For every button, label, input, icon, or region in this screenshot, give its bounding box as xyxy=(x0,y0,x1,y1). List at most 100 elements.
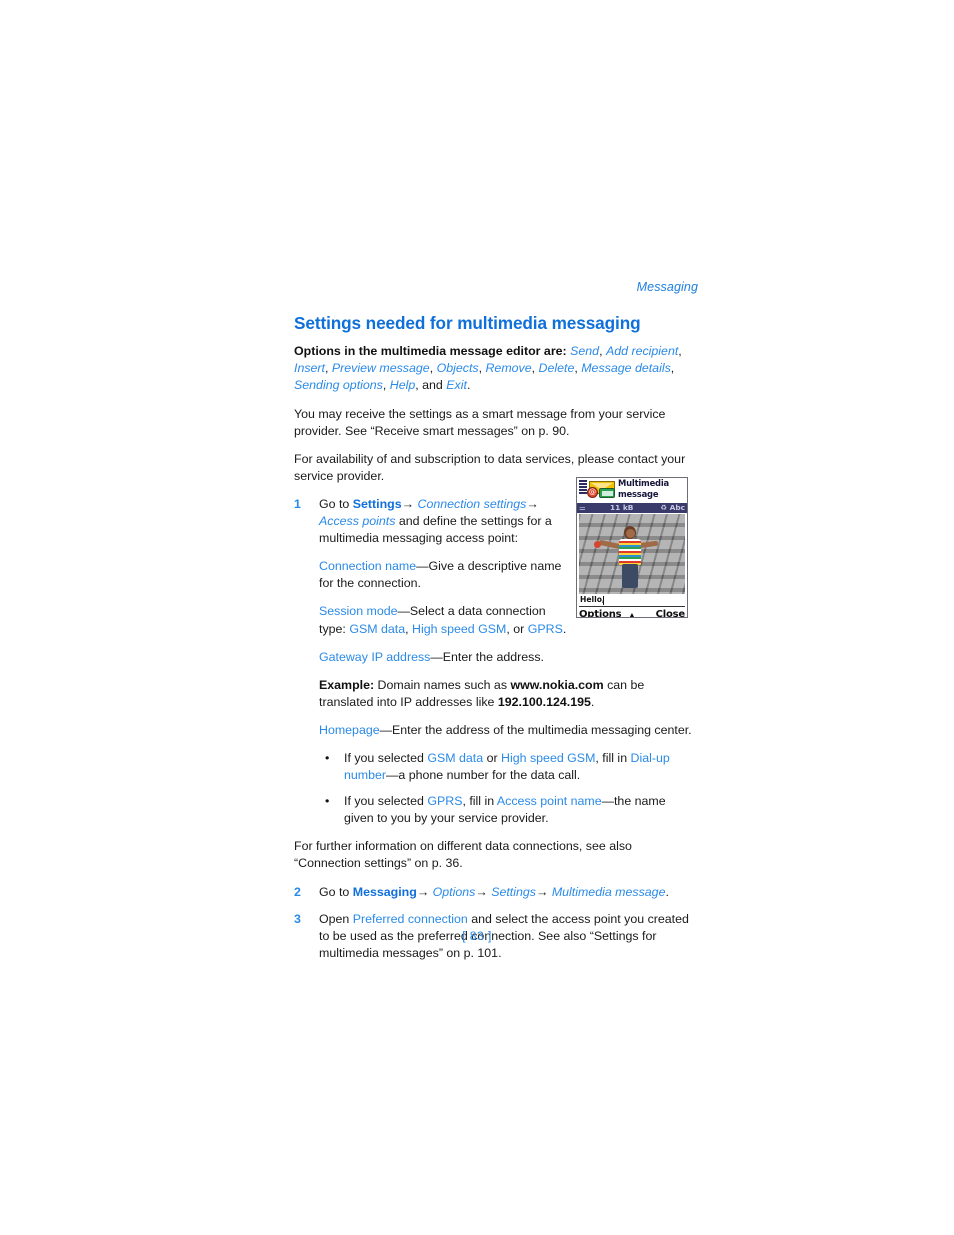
step-2-number: 2 xyxy=(294,884,301,899)
example-ip: 192.100.124.195 xyxy=(497,694,591,709)
bullet-2-text-1: If you selected xyxy=(344,794,428,809)
bullet-1-text-2: or xyxy=(483,750,502,765)
link-connection-name[interactable]: Connection name xyxy=(319,559,416,573)
arrow-icon: → xyxy=(526,496,539,511)
link-gsm-data[interactable]: GSM data xyxy=(427,751,483,765)
page-number: [ 83 ] xyxy=(462,929,492,943)
option-link-insert[interactable]: Insert xyxy=(294,361,325,375)
step-3-number: 3 xyxy=(294,911,301,926)
sep: , xyxy=(678,344,682,359)
softkey-close[interactable]: Close xyxy=(656,608,686,617)
left-hand xyxy=(594,541,601,548)
link-gprs[interactable]: GPRS xyxy=(528,622,563,636)
options-period: . xyxy=(466,378,471,393)
sep: , xyxy=(382,378,390,393)
phone-title-line1: Multimedia xyxy=(618,478,669,488)
option-link-help[interactable]: Help xyxy=(390,378,415,392)
bullet-icon: • xyxy=(325,750,330,765)
goto-word: Go to xyxy=(319,884,350,899)
signal-bars-icon xyxy=(579,480,587,494)
sep: , xyxy=(325,361,332,376)
dash: — xyxy=(430,649,443,664)
open-word: Open xyxy=(319,911,350,926)
message-size-label: 11 kB xyxy=(610,503,634,512)
phone-title-line2: message xyxy=(618,488,659,499)
running-header: Messaging xyxy=(636,280,698,294)
link-gsm-data[interactable]: GSM data xyxy=(349,622,405,636)
link-high-speed-gsm[interactable]: High speed GSM xyxy=(412,622,506,636)
option-link-sending-options[interactable]: Sending options xyxy=(294,378,383,392)
person-figure xyxy=(594,526,659,588)
link-gateway-ip-address[interactable]: Gateway IP address xyxy=(319,650,430,664)
period: . xyxy=(562,621,567,636)
at-icon: @ xyxy=(587,487,598,498)
arrow-icon: → xyxy=(475,884,488,899)
link-multimedia-message[interactable]: Multimedia message xyxy=(552,885,666,899)
sep: , xyxy=(405,621,412,636)
period: . xyxy=(665,884,669,899)
dash: — xyxy=(397,604,410,619)
goto-word: Go to xyxy=(319,496,350,511)
link-access-points[interactable]: Access points xyxy=(319,514,395,528)
option-link-send[interactable]: Send xyxy=(570,344,599,358)
arrow-icon: → xyxy=(401,496,415,511)
option-link-exit[interactable]: Exit xyxy=(446,378,467,392)
bullet-1-text-4: —a phone number for the data call. xyxy=(386,768,581,783)
link-messaging[interactable]: Messaging xyxy=(353,885,417,899)
numbered-steps-continued: 2 Go to Messaging→ Options→ Settings→ Mu… xyxy=(294,884,698,962)
sep: , xyxy=(531,361,539,376)
link-homepage[interactable]: Homepage xyxy=(319,723,380,737)
phone-message-text-field[interactable]: Hello, xyxy=(579,595,685,607)
message-text: Hello, xyxy=(580,595,605,604)
page-content: Messaging Settings needed for multimedia… xyxy=(294,281,698,972)
option-link-delete[interactable]: Delete xyxy=(539,361,575,375)
example-domain: www.nokia.com xyxy=(510,677,604,692)
link-settings[interactable]: Settings xyxy=(353,497,402,511)
bullet-1-text-1: If you selected xyxy=(344,750,428,765)
link-access-point-name[interactable]: Access point name xyxy=(497,794,602,808)
striped-shirt xyxy=(619,539,641,565)
homepage-block: Homepage—Enter the address of the multim… xyxy=(319,722,698,739)
phone-title-bar: @ Multimedia message xyxy=(577,478,687,503)
option-link-preview-message[interactable]: Preview message xyxy=(332,361,430,375)
option-link-remove[interactable]: Remove xyxy=(485,361,531,375)
option-link-objects[interactable]: Objects xyxy=(437,361,479,375)
step-1-text: Go to Settings→ Connection settings→ Acc… xyxy=(319,496,571,547)
phone-photo-attachment xyxy=(579,514,685,594)
document-page: Messaging Settings needed for multimedia… xyxy=(0,0,954,1235)
link-gprs[interactable]: GPRS xyxy=(427,794,462,808)
link-settings[interactable]: Settings xyxy=(491,885,536,899)
sep: , xyxy=(429,361,437,376)
input-mode-label: Abc xyxy=(669,503,685,512)
arrow-icon: → xyxy=(535,884,549,899)
sep: , xyxy=(599,344,606,359)
connection-name-block: Connection name—Give a descriptive name … xyxy=(319,558,571,592)
bullet-item-gsm: • If you selected GSM data or High speed … xyxy=(319,750,698,784)
link-options[interactable]: Options xyxy=(433,885,476,899)
link-high-speed-gsm[interactable]: High speed GSM xyxy=(501,751,595,765)
sep: , or xyxy=(506,621,528,636)
step-1-number: 1 xyxy=(294,496,301,511)
option-link-message-details[interactable]: Message details xyxy=(581,361,671,375)
step-2-text: Go to Messaging→ Options→ Settings→ Mult… xyxy=(319,884,698,901)
bullet-1-text-3: , fill in xyxy=(595,750,631,765)
audio-note-icon xyxy=(599,488,615,498)
example-paragraph: Example: Domain names such as www.nokia.… xyxy=(319,677,698,711)
example-text-3: . xyxy=(590,694,595,709)
arrow-icon: → xyxy=(416,884,430,899)
further-info-paragraph: For further information on different dat… xyxy=(294,839,632,871)
link-session-mode[interactable]: Session mode xyxy=(319,604,398,618)
option-link-add-recipient[interactable]: Add recipient xyxy=(606,344,678,358)
antenna-icon: ⚌ xyxy=(579,503,586,512)
link-connection-settings[interactable]: Connection settings xyxy=(418,497,527,511)
bullet-list: • If you selected GSM data or High speed … xyxy=(319,750,698,827)
dash: — xyxy=(379,722,393,737)
dash: — xyxy=(416,559,429,574)
softkey-options[interactable]: Options xyxy=(579,608,622,617)
session-mode-block: Session mode—Select a data connection ty… xyxy=(319,603,571,637)
phone-screenshot-figure: @ Multimedia message ⚌ 11 kB ♻ Abc Hello, xyxy=(576,477,688,618)
phone-status-bar: ⚌ 11 kB ♻ Abc xyxy=(577,503,687,513)
sep: , xyxy=(670,361,675,376)
link-preferred-connection[interactable]: Preferred connection xyxy=(353,912,468,926)
page-title: Settings needed for multimedia messaging xyxy=(294,312,641,333)
